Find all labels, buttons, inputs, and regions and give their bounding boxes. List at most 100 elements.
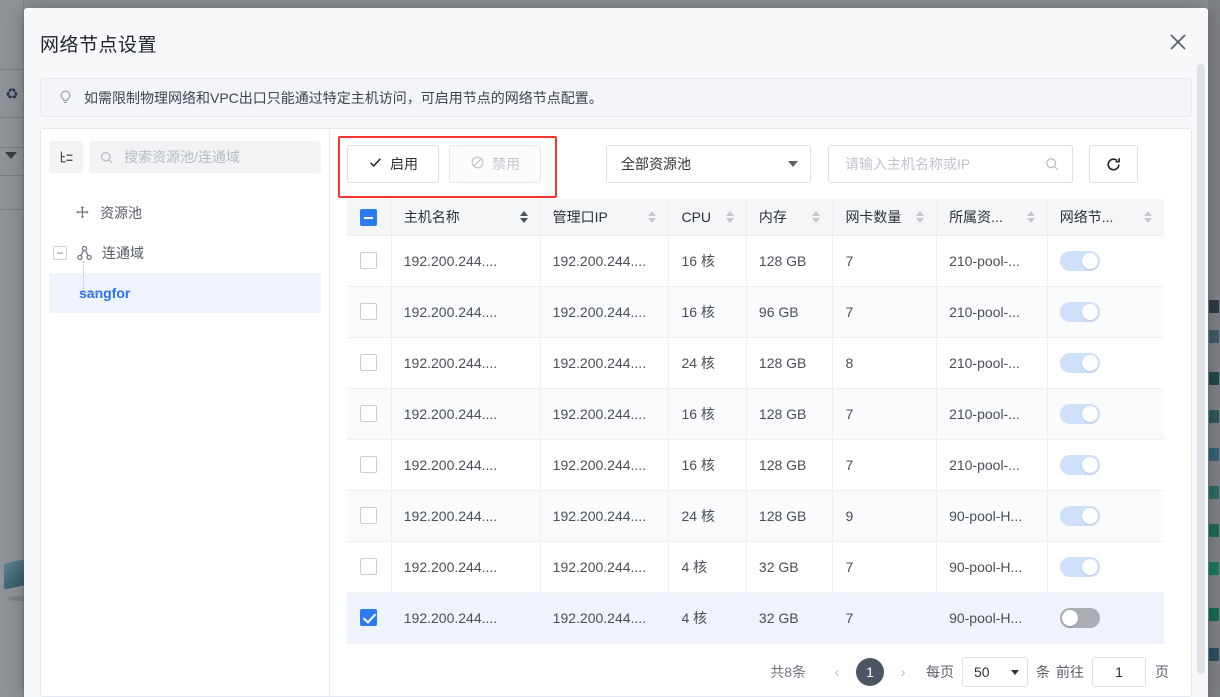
network-node-toggle[interactable] <box>1059 403 1100 424</box>
resource-pool-icon <box>71 205 93 222</box>
cell-mgmt-ip: 192.200.244.... <box>540 286 670 338</box>
sort-icon[interactable] <box>812 210 821 223</box>
dialog-scrollbar[interactable] <box>1197 64 1205 674</box>
cell-resource-pool: 90-pool-H... <box>936 490 1048 542</box>
table-row[interactable]: 192.200.244.... 192.200.244.... 24 核 128… <box>347 337 1164 389</box>
lightbulb-icon <box>57 89 74 106</box>
column-label: 网卡数量 <box>845 208 902 225</box>
cell-host-name: 192.200.244.... <box>391 439 541 491</box>
column-header-network-node[interactable]: 网络节... <box>1047 199 1164 236</box>
row-select-cell <box>347 337 392 389</box>
sort-icon[interactable] <box>916 210 925 223</box>
tree-item-label: 连通域 <box>102 245 144 261</box>
column-header-nic-count[interactable]: 网卡数量 <box>832 199 938 236</box>
dialog-title: 网络节点设置 <box>40 35 158 56</box>
cell-memory: 128 GB <box>746 439 834 491</box>
dialog-body: 资源池 − 连通域 sangfor <box>40 128 1192 697</box>
row-checkbox[interactable] <box>360 456 378 474</box>
table-row[interactable]: 192.200.244.... 192.200.244.... 4 核 32 G… <box>347 592 1164 644</box>
background-left-rail: ♻ <box>0 0 46 697</box>
sort-icon[interactable] <box>1144 210 1152 223</box>
tree-search-input[interactable] <box>122 148 321 166</box>
cell-memory: 128 GB <box>746 490 834 542</box>
page-number-1[interactable]: 1 <box>856 658 884 686</box>
cell-cpu: 4 核 <box>668 541 747 593</box>
resource-pool-select-value: 全部资源池 <box>621 156 691 172</box>
chevron-left-icon[interactable]: ‹ <box>824 658 850 686</box>
connectivity-domain-icon <box>73 245 95 262</box>
cell-host-name: 192.200.244.... <box>391 592 541 644</box>
hosts-table: 主机名称 管理口IP CPU 内存 网卡数量 所属资... 网络节... 192… <box>347 199 1164 644</box>
column-header-resource-pool[interactable]: 所属资... <box>936 199 1048 236</box>
table-header-row: 主机名称 管理口IP CPU 内存 网卡数量 所属资... 网络节... <box>347 199 1164 236</box>
table-row[interactable]: 192.200.244.... 192.200.244.... 16 核 128… <box>347 235 1164 287</box>
page-size-unit-label: 条 <box>1036 664 1050 680</box>
column-label: CPU <box>681 208 712 225</box>
sort-icon[interactable] <box>648 210 657 223</box>
cell-host-name: 192.200.244.... <box>391 337 541 389</box>
table-row[interactable]: 192.200.244.... 192.200.244.... 24 核 128… <box>347 490 1164 542</box>
refresh-button[interactable] <box>1089 145 1138 183</box>
cell-resource-pool: 210-pool-... <box>936 235 1048 287</box>
column-label: 主机名称 <box>403 208 460 225</box>
column-header-cpu[interactable]: CPU <box>668 199 747 236</box>
disable-button[interactable]: 禁用 <box>449 145 541 183</box>
sort-icon[interactable] <box>1026 210 1035 223</box>
row-select-cell <box>347 541 392 593</box>
hosts-panel: 启用 禁用 全部资源池 请输入主机名称或IP 主机名称 管理口IP CPU 内存… <box>330 129 1191 696</box>
cell-resource-pool: 210-pool-... <box>936 337 1048 389</box>
tree-search-box[interactable] <box>89 141 321 173</box>
network-node-toggle[interactable] <box>1059 454 1100 475</box>
network-node-toggle[interactable] <box>1059 352 1100 373</box>
cell-network-node <box>1047 388 1164 440</box>
chevron-right-icon[interactable]: › <box>890 658 916 686</box>
column-header-memory[interactable]: 内存 <box>746 199 834 236</box>
close-icon[interactable] <box>1166 30 1190 54</box>
page-size-value: 50 <box>974 664 990 680</box>
table-row[interactable]: 192.200.244.... 192.200.244.... 4 核 32 G… <box>347 541 1164 593</box>
cell-memory: 32 GB <box>746 592 834 644</box>
page-size-select[interactable]: 50 <box>962 657 1028 687</box>
host-search-input[interactable] <box>843 155 1044 173</box>
table-row[interactable]: 192.200.244.... 192.200.244.... 16 核 128… <box>347 439 1164 491</box>
select-all-checkbox[interactable] <box>360 208 378 226</box>
cell-network-node <box>1047 337 1164 389</box>
tree-item-sangfor[interactable]: sangfor <box>49 261 321 313</box>
row-checkbox[interactable] <box>360 252 378 270</box>
sort-icon[interactable] <box>519 210 528 223</box>
tree-hierarchy-icon[interactable] <box>49 141 83 173</box>
sort-icon[interactable] <box>725 210 734 223</box>
tree-header <box>49 141 321 173</box>
network-node-toggle[interactable] <box>1059 505 1100 526</box>
select-all-header <box>347 199 392 236</box>
network-node-toggle[interactable] <box>1059 250 1100 271</box>
column-header-host-name[interactable]: 主机名称 <box>391 199 541 236</box>
row-select-cell <box>347 592 392 644</box>
tree-collapse-icon[interactable]: − <box>53 246 67 260</box>
host-search-box[interactable] <box>828 145 1073 183</box>
row-checkbox[interactable] <box>360 354 378 372</box>
network-node-toggle[interactable] <box>1059 607 1100 628</box>
resource-pool-select[interactable]: 全部资源池 <box>606 145 811 183</box>
network-node-toggle[interactable] <box>1059 556 1100 577</box>
network-node-toggle[interactable] <box>1059 301 1100 322</box>
hosts-table-head: 主机名称 管理口IP CPU 内存 网卡数量 所属资... 网络节... <box>347 199 1164 236</box>
column-label: 内存 <box>758 208 787 225</box>
table-row[interactable]: 192.200.244.... 192.200.244.... 16 核 128… <box>347 388 1164 440</box>
goto-label: 前往 <box>1056 664 1084 680</box>
row-checkbox[interactable] <box>360 507 378 525</box>
enable-button[interactable]: 启用 <box>347 145 439 183</box>
table-row[interactable]: 192.200.244.... 192.200.244.... 16 核 96 … <box>347 286 1164 338</box>
cell-cpu: 16 核 <box>668 388 747 440</box>
cell-mgmt-ip: 192.200.244.... <box>540 490 670 542</box>
row-checkbox[interactable] <box>360 303 378 321</box>
tree-item-resource-pool[interactable]: 资源池 <box>49 193 321 233</box>
cell-resource-pool: 210-pool-... <box>936 286 1048 338</box>
goto-page-input[interactable] <box>1092 657 1146 687</box>
row-checkbox[interactable] <box>360 609 378 627</box>
cell-cpu: 4 核 <box>668 592 747 644</box>
row-checkbox[interactable] <box>360 558 378 576</box>
column-header-mgmt-ip[interactable]: 管理口IP <box>540 199 670 236</box>
info-banner: 如需限制物理网络和VPC出口只能通过特定主机访问，可启用节点的网络节点配置。 <box>40 78 1192 117</box>
row-checkbox[interactable] <box>360 405 378 423</box>
